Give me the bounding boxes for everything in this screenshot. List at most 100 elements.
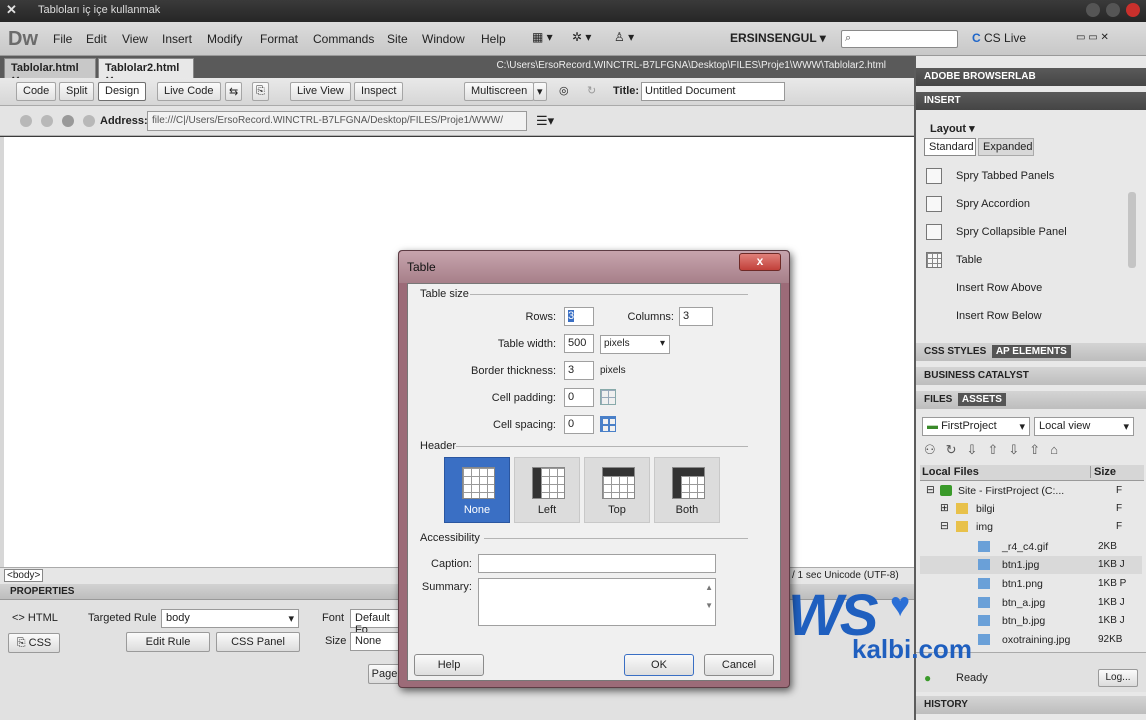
insert-panel-scrollbar[interactable] <box>1128 192 1136 268</box>
ok-button[interactable]: OK <box>624 654 694 676</box>
menu-site[interactable]: Site <box>387 32 408 46</box>
table-width-input[interactable]: 500 <box>564 334 594 353</box>
cs-live-button[interactable]: C CS Live <box>972 31 1026 45</box>
inspect-mode-icon[interactable]: ⇆ <box>225 82 243 101</box>
menu-help[interactable]: Help <box>481 32 506 46</box>
address-input[interactable]: file:///C|/Users/ErsoRecord.WINCTRL-B7LF… <box>147 111 527 131</box>
menu-window[interactable]: Window <box>422 32 465 46</box>
size-column[interactable]: Size <box>1090 466 1116 478</box>
page-properties-button[interactable]: Page <box>368 664 400 684</box>
forward-icon[interactable] <box>41 115 53 127</box>
columns-input[interactable]: 3 <box>679 307 713 326</box>
edit-rule-button[interactable]: Edit Rule <box>126 632 210 652</box>
refresh-icon[interactable]: ↻ <box>584 82 599 101</box>
menu-format[interactable]: Format <box>260 32 298 46</box>
menu-edit[interactable]: Edit <box>86 32 107 46</box>
user-menu[interactable]: ERSINSENGUL ▾ <box>730 31 826 45</box>
search-input[interactable]: ⌕ <box>841 30 958 48</box>
local-files-column[interactable]: Local Files <box>922 466 979 478</box>
width-unit-select[interactable]: pixels ▾ <box>600 335 670 354</box>
tag-selector-body[interactable]: <body> <box>4 569 44 582</box>
header-both-option[interactable]: Both <box>654 457 720 523</box>
insert-row-above[interactable]: Insert Row Above <box>924 276 1134 302</box>
back-icon[interactable] <box>20 115 32 127</box>
header-none-option[interactable]: None <box>444 457 510 523</box>
split-view-button[interactable]: Split <box>59 82 95 101</box>
business-catalyst-panel-header[interactable]: BUSINESS CATALYST <box>916 367 1146 385</box>
insert-row-below[interactable]: Insert Row Below <box>924 304 1134 330</box>
header-top-option[interactable]: Top <box>584 457 650 523</box>
summary-textarea[interactable]: ▲ ▼ <box>478 578 716 626</box>
insert-panel-header[interactable]: INSERT <box>916 92 1146 110</box>
site-manage-icon[interactable]: ♙ ▾ <box>614 30 634 48</box>
site-select[interactable]: ▬ FirstProject ▾ <box>922 417 1030 436</box>
cancel-button[interactable]: Cancel <box>704 654 774 676</box>
size-select[interactable]: None <box>350 632 400 651</box>
history-panel-header[interactable]: HISTORY <box>916 696 1146 714</box>
multiscreen-preview-icon[interactable]: ⎘ <box>252 82 269 101</box>
cell-spacing-input[interactable]: 0 <box>564 415 594 434</box>
stop-icon[interactable] <box>62 115 74 127</box>
insert-spry-tabbed-panels[interactable]: Spry Tabbed Panels <box>924 164 1134 190</box>
scroll-arrows-icon[interactable]: ▲ ▼ <box>705 583 713 610</box>
collapse-icon[interactable]: ⊟ <box>926 484 935 496</box>
menu-file[interactable]: File <box>53 32 72 46</box>
file-row-r4c4[interactable]: _r4_c4.gif 2KB <box>920 538 1142 556</box>
inspect-button[interactable]: Inspect <box>354 82 404 101</box>
log-button[interactable]: Log... <box>1098 669 1138 687</box>
border-thickness-input[interactable]: 3 <box>564 361 594 380</box>
css-panel-button[interactable]: CSS Panel <box>216 632 300 652</box>
document-title-input[interactable]: Untitled Document <box>641 82 785 101</box>
dialog-title-bar[interactable]: Table x <box>399 251 789 283</box>
css-styles-tab[interactable]: CSS STYLES <box>924 346 986 357</box>
live-view-button[interactable]: Live View <box>290 82 351 101</box>
font-select[interactable]: Default Fo <box>350 609 400 636</box>
code-view-button[interactable]: Code <box>16 82 57 101</box>
menu-view[interactable]: View <box>122 32 148 46</box>
preview-browser-icon[interactable]: ◎ <box>556 82 572 101</box>
css-mode-button[interactable]: ⎘ CSS <box>8 633 60 653</box>
rows-input[interactable]: 3 <box>564 307 594 326</box>
insert-category-select[interactable]: Layout ▾ <box>930 122 975 135</box>
file-row-site[interactable]: ⊟ Site - FirstProject (C:... F <box>920 482 1142 500</box>
minimize-button[interactable] <box>1086 3 1100 17</box>
view-select[interactable]: Local view ▾ <box>1034 417 1134 436</box>
home-icon[interactable] <box>83 115 95 127</box>
window-controls[interactable]: ▭ ▭ ✕ <box>1076 32 1109 50</box>
file-row-bilgi[interactable]: ⊞ bilgi F <box>920 500 1142 518</box>
insert-table[interactable]: Table <box>924 248 1134 274</box>
collapse-icon[interactable]: ⊟ <box>940 520 949 532</box>
menu-modify[interactable]: Modify <box>207 32 242 46</box>
html-mode-button[interactable]: <> HTML <box>12 612 58 624</box>
targeted-rule-select[interactable]: body ▾ <box>161 609 299 628</box>
help-button[interactable]: Help <box>414 654 484 676</box>
close-window-button[interactable] <box>1126 3 1140 17</box>
insert-spry-accordion[interactable]: Spry Accordion <box>924 192 1134 218</box>
address-options-icon[interactable]: ☰▾ <box>536 113 554 129</box>
file-row-btn1-jpg[interactable]: btn1.jpg 1KB J <box>920 556 1142 574</box>
menu-insert[interactable]: Insert <box>162 32 192 46</box>
layout-icon[interactable]: ▦ ▾ <box>532 30 553 48</box>
gear-icon[interactable]: ✲ ▾ <box>572 30 591 48</box>
standard-mode-button[interactable]: Standard <box>924 138 976 156</box>
file-row-img[interactable]: ⊟ img F <box>920 518 1142 536</box>
files-toolbar[interactable]: ⚇↻⇩⇧⇩⇧⌂ <box>924 442 1068 458</box>
ap-elements-tab[interactable]: AP ELEMENTS <box>991 345 1071 358</box>
header-left-option[interactable]: Left <box>514 457 580 523</box>
live-code-button[interactable]: Live Code <box>157 82 221 101</box>
multiscreen-button[interactable]: Multiscreen <box>464 82 535 101</box>
tab-tablolar2[interactable]: Tablolar2.html ✕ <box>98 58 194 87</box>
caption-input[interactable] <box>478 554 716 573</box>
menu-commands[interactable]: Commands <box>313 32 374 46</box>
browserlab-panel-header[interactable]: ADOBE BROWSERLAB <box>916 68 1146 86</box>
multiscreen-dropdown-icon[interactable]: ▾ <box>533 82 547 101</box>
cell-padding-input[interactable]: 0 <box>564 388 594 407</box>
insert-spry-collapsible-panel[interactable]: Spry Collapsible Panel <box>924 220 1134 246</box>
assets-tab[interactable]: ASSETS <box>957 393 1006 406</box>
maximize-button[interactable] <box>1106 3 1120 17</box>
files-tab[interactable]: FILES <box>924 394 952 405</box>
close-icon[interactable]: x <box>739 253 781 271</box>
tab-tablolar[interactable]: Tablolar.html ✕ <box>4 58 96 87</box>
expanded-mode-button[interactable]: Expanded <box>978 138 1034 156</box>
design-view-button[interactable]: Design <box>98 82 147 101</box>
